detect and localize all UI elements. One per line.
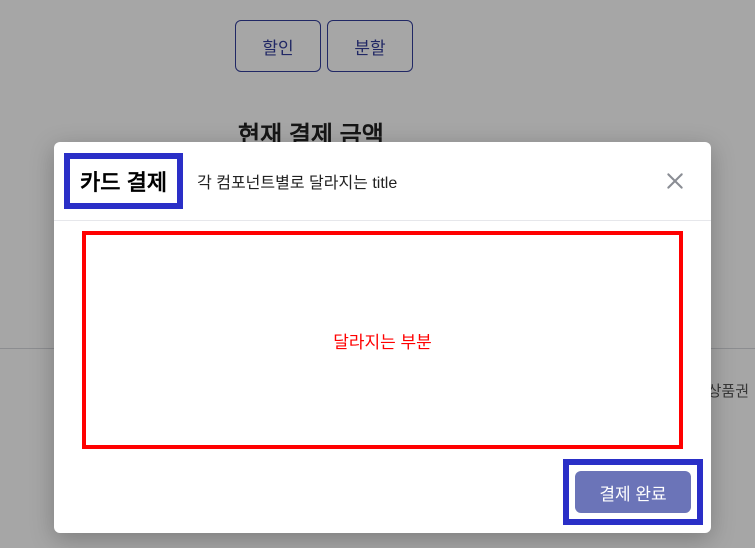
submit-highlight: 결제 완료 bbox=[563, 459, 703, 525]
close-icon bbox=[665, 171, 685, 191]
modal-body-text: 달라지는 부분 bbox=[333, 328, 432, 353]
payment-modal: 카드 결제 각 컴포넌트별로 달라지는 title 달라지는 부분 결제 완료 bbox=[54, 142, 711, 533]
submit-button-label: 결제 완료 bbox=[599, 485, 666, 504]
modal-body: 달라지는 부분 bbox=[54, 221, 711, 451]
close-button[interactable] bbox=[665, 168, 691, 194]
modal-title: 카드 결제 bbox=[80, 170, 167, 195]
submit-button[interactable]: 결제 완료 bbox=[575, 471, 691, 513]
modal-header: 카드 결제 각 컴포넌트별로 달라지는 title bbox=[54, 142, 711, 221]
modal-title-highlight: 카드 결제 bbox=[64, 153, 183, 209]
modal-body-highlight: 달라지는 부분 bbox=[82, 231, 683, 449]
modal-subtitle: 각 컴포넌트별로 달라지는 title bbox=[197, 169, 397, 193]
modal-footer: 결제 완료 bbox=[54, 451, 711, 533]
